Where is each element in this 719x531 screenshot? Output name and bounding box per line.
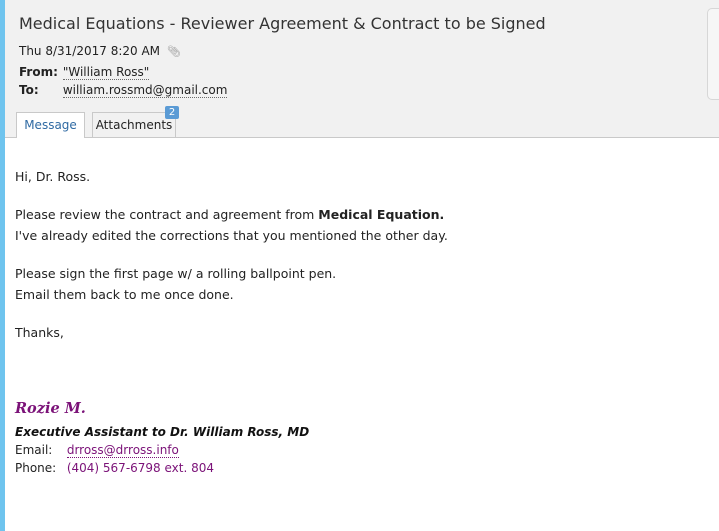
- body-paragraph-2-line2: Email them back to me once done.: [15, 287, 234, 302]
- tab-message-label: Message: [24, 118, 77, 132]
- from-row: From: "William Ross": [19, 65, 150, 80]
- message-body: Hi, Dr. Ross. Please review the contract…: [15, 166, 448, 343]
- para1-text: Please review the contract and agreement…: [15, 207, 319, 222]
- email-date-row: Thu 8/31/2017 8:20 AM 📎︎: [19, 44, 181, 58]
- attachments-count-badge: 2: [165, 106, 179, 119]
- paperclip-icon: 📎︎: [166, 45, 181, 58]
- email-date: Thu 8/31/2017 8:20 AM: [19, 44, 161, 58]
- message-header: Medical Equations - Reviewer Agreement &…: [5, 0, 719, 138]
- signature-email-label: Email:: [15, 443, 53, 457]
- to-label: To:: [19, 83, 39, 97]
- company-name: Medical Equation.: [318, 207, 445, 222]
- from-sender[interactable]: "William Ross": [62, 65, 150, 80]
- to-row: To: william.rossmd@gmail.com: [19, 83, 228, 98]
- signature-email-link[interactable]: drross@drross.info: [66, 443, 179, 458]
- email-subject: Medical Equations - Reviewer Agreement &…: [19, 14, 546, 33]
- header-side-panel: [707, 8, 719, 100]
- closing: Thanks,: [15, 325, 64, 340]
- from-label: From:: [19, 65, 58, 79]
- body-paragraph-2: Please sign the first page w/ a rolling …: [15, 266, 337, 281]
- signature-phone-row: Phone: (404) 567-6798 ext. 804: [15, 461, 214, 475]
- signature-phone-link[interactable]: (404) 567-6798 ext. 804: [67, 461, 214, 475]
- greeting: Hi, Dr. Ross.: [15, 169, 91, 184]
- signature-title: Executive Assistant to Dr. William Ross,…: [15, 425, 310, 439]
- to-recipient[interactable]: william.rossmd@gmail.com: [62, 83, 228, 98]
- signature-email-row: Email: drross@drross.info: [15, 443, 179, 458]
- tab-message[interactable]: Message: [16, 112, 85, 138]
- body-paragraph-1-line2: I've already edited the corrections that…: [15, 228, 448, 243]
- body-paragraph-1: Please review the contract and agreement…: [15, 204, 448, 225]
- signature-name: Rozie M.: [15, 400, 86, 417]
- tab-attachments[interactable]: Attachments 2: [92, 106, 179, 137]
- tab-attachments-label: Attachments: [95, 118, 173, 132]
- signature-phone-label: Phone:: [15, 461, 57, 475]
